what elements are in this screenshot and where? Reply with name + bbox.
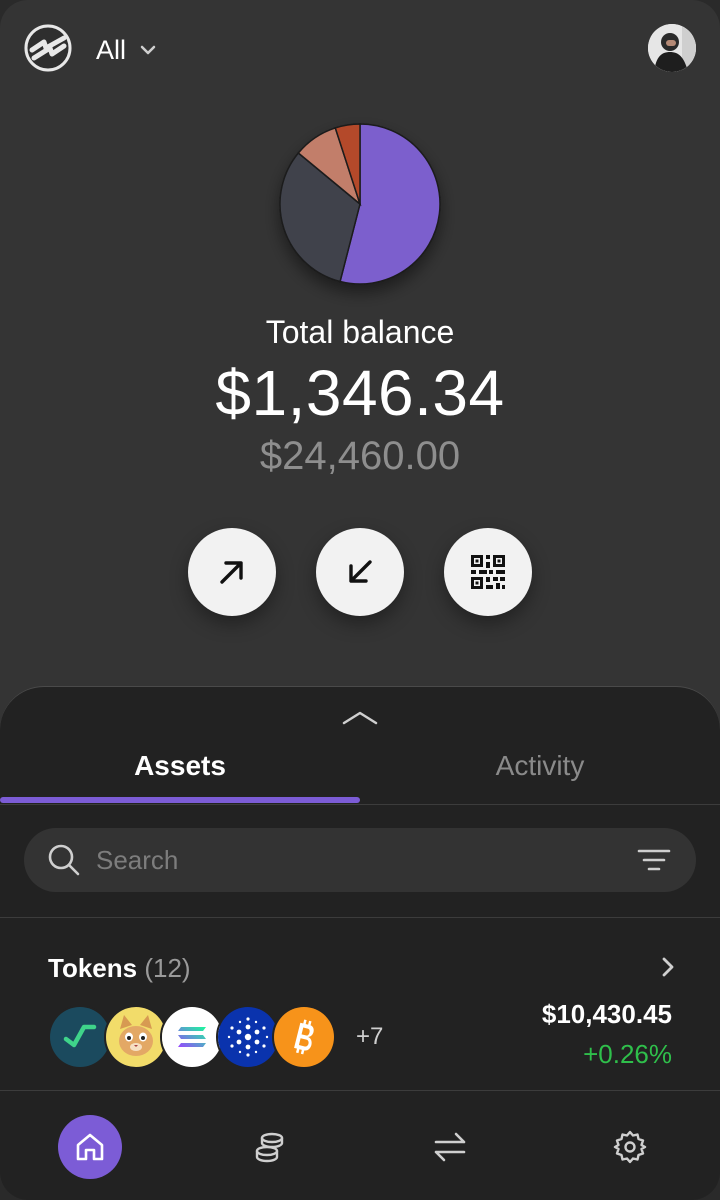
nav-swap[interactable] [418,1115,482,1179]
bitcoin-icon [272,1005,336,1069]
wallet-app: All Total balance $1,346.34 $24,460.00 A… [0,0,720,1200]
chevron-down-icon [138,40,158,60]
swap-icon [434,1132,466,1162]
home-icon [76,1133,104,1161]
balance-label: Total balance [265,314,455,350]
header: All [0,0,720,96]
cardano-icon [216,1005,280,1069]
solana-icon [160,1005,224,1069]
receive-button[interactable] [316,528,404,616]
nav-home[interactable] [58,1115,122,1179]
arrow-up-right-icon [220,561,243,584]
tab-activity[interactable]: Activity [360,727,720,805]
nav-assets[interactable] [238,1115,302,1179]
bottom-nav [0,1090,720,1200]
gear-icon [613,1130,647,1164]
account-switcher[interactable]: All [96,30,158,70]
tokens-total-value: $10,430.45 [541,999,672,1029]
tokens-title: Tokens [48,953,138,983]
send-button[interactable] [188,528,276,616]
account-selector-label: All [96,34,127,65]
portfolio-pie-chart [260,104,460,304]
arrow-down-left-icon [349,560,372,583]
chevron-right-icon[interactable] [656,955,680,979]
avatar[interactable] [648,24,696,72]
more-tokens-count: +7 [356,1023,384,1050]
filter-icon[interactable] [636,842,672,878]
token-icon-stack: +7 [48,1005,408,1069]
chevron-up-icon[interactable] [340,709,380,729]
tokens-section[interactable]: Tokens (12) +7 $10,430.45 +0.26% [0,919,720,1089]
search-bar [24,828,696,892]
pie-svg [279,123,441,285]
qr-code-button[interactable] [444,528,532,616]
action-buttons [188,528,532,616]
chart-token-icon [48,1005,112,1069]
tab-bar: Assets Activity [0,727,720,805]
cat-token-icon [104,1005,168,1069]
assets-sheet: Assets Activity Tokens (12) [0,686,720,1200]
search-input[interactable] [96,836,616,884]
secondary-balance: $24,460.00 [259,434,461,478]
qr-code-icon [471,555,505,589]
nav-settings[interactable] [598,1115,662,1179]
active-tab-indicator [0,797,360,803]
brand-logo-icon[interactable] [24,24,72,72]
tokens-count: (12) [144,953,191,983]
tab-assets[interactable]: Assets [0,727,360,805]
tokens-change: +0.26% [583,1039,672,1069]
search-icon [46,842,82,878]
coins-icon [255,1132,284,1163]
divider [0,917,720,918]
total-balance: $1,346.34 [215,357,505,429]
tokens-heading: Tokens (12) [48,953,191,984]
